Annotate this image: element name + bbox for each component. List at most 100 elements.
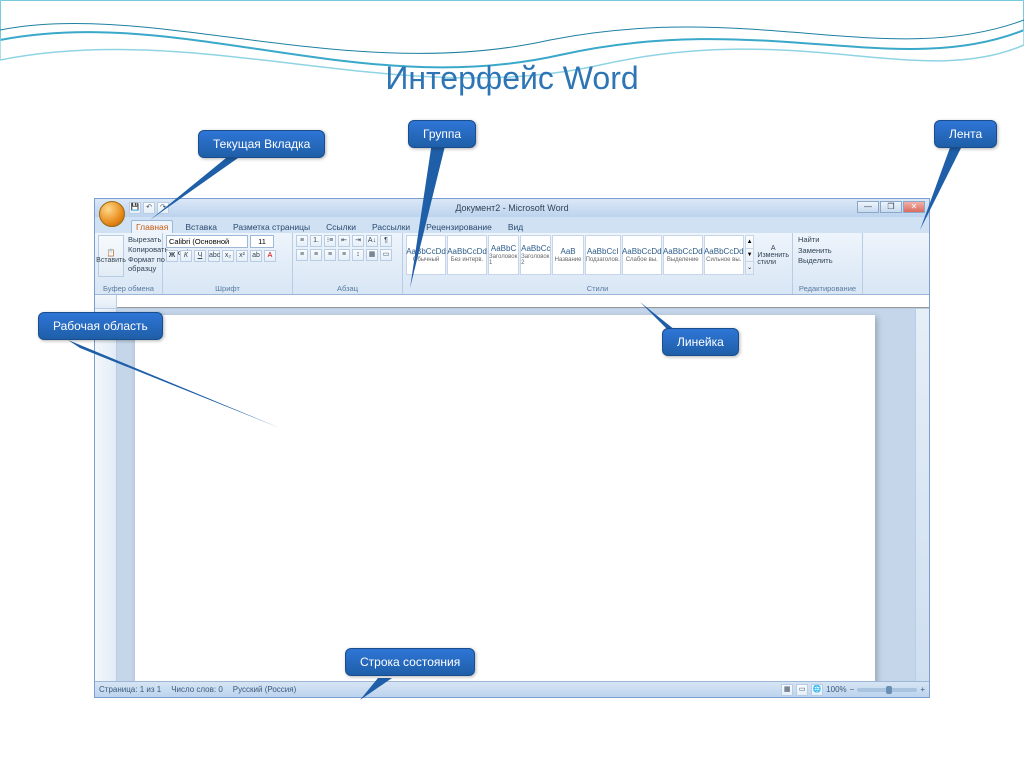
show-marks-button[interactable]: ¶ [380, 235, 392, 247]
zoom-controls: ▦ ▭ 🌐 100% − + [781, 684, 925, 696]
justify-button[interactable]: ≡ [338, 249, 350, 261]
view-reading-icon[interactable]: ▭ [796, 684, 808, 696]
document-page[interactable] [135, 315, 875, 681]
office-button[interactable] [99, 201, 125, 227]
italic-button[interactable]: К [180, 250, 192, 262]
group-paragraph: ≡ 1. ⁝≡ ⇤ ⇥ A↓ ¶ ≡ ≡ ≡ ≡ ↕ ▦ ▭ Абзац [293, 233, 403, 294]
callout-ribbon-text: Лента [949, 127, 982, 141]
callout-ribbon: Лента [934, 120, 997, 148]
style-subtle-emphasis[interactable]: AaBbCcDdСлабое вы. [622, 235, 662, 275]
window-title: Документ2 - Microsoft Word [95, 203, 929, 213]
align-left-button[interactable]: ≡ [296, 249, 308, 261]
superscript-button[interactable]: x² [236, 250, 248, 262]
ruler-track[interactable] [117, 295, 929, 308]
callout-current-tab-text: Текущая Вкладка [213, 137, 310, 151]
font-color-button[interactable]: A [264, 250, 276, 262]
change-styles-label: Изменить стили [757, 252, 789, 266]
style-emphasis[interactable]: AaBbCcDdВыделение [663, 235, 703, 275]
group-editing: Найти Заменить Выделить Редактирование [793, 233, 863, 294]
style-normal[interactable]: AaBbCcDdОбычный [406, 235, 446, 275]
zoom-level[interactable]: 100% [826, 685, 846, 694]
callout-group: Группа [408, 120, 476, 148]
ribbon-tabs: Главная Вставка Разметка страницы Ссылки… [95, 217, 929, 233]
styles-gallery: AaBbCcDdОбычный AaBbCcDdБез интерв. AaBb… [406, 235, 789, 275]
find-button[interactable]: Найти [798, 235, 859, 246]
tab-insert[interactable]: Вставка [181, 221, 221, 233]
minimize-button[interactable]: — [857, 201, 879, 213]
tab-page-layout[interactable]: Разметка страницы [229, 221, 314, 233]
status-bar: Страница: 1 из 1 Число слов: 0 Русский (… [95, 681, 929, 697]
tab-review[interactable]: Рецензирование [422, 221, 496, 233]
document-area [95, 309, 929, 681]
view-web-icon[interactable]: 🌐 [811, 684, 823, 696]
group-styles-label: Стили [406, 283, 789, 294]
bold-button[interactable]: Ж [166, 250, 178, 262]
numbering-button[interactable]: 1. [310, 235, 322, 247]
vertical-scrollbar[interactable] [915, 309, 929, 681]
underline-button[interactable]: Ч [194, 250, 206, 262]
tab-references[interactable]: Ссылки [322, 221, 360, 233]
paste-icon: 📋 [107, 249, 116, 257]
status-language[interactable]: Русский (Россия) [233, 685, 296, 694]
ribbon: 📋 Вставить Вырезать Копировать Формат по… [95, 233, 929, 295]
horizontal-ruler[interactable] [95, 295, 929, 309]
tab-home[interactable]: Главная [131, 220, 173, 233]
change-styles-button[interactable]: A Изменить стили [757, 235, 789, 275]
callout-work-area-text: Рабочая область [53, 319, 148, 333]
indent-dec-button[interactable]: ⇤ [338, 235, 350, 247]
zoom-out-button[interactable]: − [850, 685, 855, 694]
callout-status-bar: Строка состояния [345, 648, 475, 676]
style-no-spacing[interactable]: AaBbCcDdБез интерв. [447, 235, 487, 275]
style-subtitle[interactable]: AaBbCcIПодзаголов. [585, 235, 621, 275]
font-size-select[interactable]: 11 [250, 235, 274, 248]
style-heading2[interactable]: AaBbCcЗаголовок 2 [520, 235, 551, 275]
borders-button[interactable]: ▭ [380, 249, 392, 261]
ruler-corner [95, 295, 117, 308]
styles-scroll[interactable]: ▲▼⌄ [745, 235, 755, 275]
shading-button[interactable]: ▦ [366, 249, 378, 261]
maximize-button[interactable]: ❐ [880, 201, 902, 213]
callout-group-text: Группа [423, 127, 461, 141]
style-intense-emphasis[interactable]: AaBbCcDdСильное вы. [704, 235, 744, 275]
font-name-select[interactable]: Calibri (Основной текст) [166, 235, 248, 248]
bullets-button[interactable]: ≡ [296, 235, 308, 247]
line-spacing-button[interactable]: ↕ [352, 249, 364, 261]
tab-mailings[interactable]: Рассылки [368, 221, 414, 233]
sort-button[interactable]: A↓ [366, 235, 378, 247]
status-words[interactable]: Число слов: 0 [171, 685, 223, 694]
group-font: Calibri (Основной текст) 11 Ж К Ч abc x₂… [163, 233, 293, 294]
word-window: 💾 ↶ ↷ Документ2 - Microsoft Word — ❐ ✕ Г… [94, 198, 930, 698]
highlight-button[interactable]: ab [250, 250, 262, 262]
callout-status-bar-text: Строка состояния [360, 655, 460, 669]
replace-button[interactable]: Заменить [798, 246, 859, 257]
close-button[interactable]: ✕ [903, 201, 925, 213]
select-button[interactable]: Выделить [798, 256, 859, 267]
group-clipboard: 📋 Вставить Вырезать Копировать Формат по… [95, 233, 163, 294]
slide-title: Интерфейс Word [0, 60, 1024, 97]
paste-label: Вставить [96, 257, 126, 264]
group-styles: AaBbCcDdОбычный AaBbCcDdБез интерв. AaBb… [403, 233, 793, 294]
paste-button[interactable]: 📋 Вставить [98, 235, 124, 277]
page-viewport[interactable] [117, 309, 915, 681]
multilevel-button[interactable]: ⁝≡ [324, 235, 336, 247]
align-right-button[interactable]: ≡ [324, 249, 336, 261]
style-title[interactable]: AaBНазвание [552, 235, 583, 275]
change-styles-icon: A [771, 245, 776, 252]
strike-button[interactable]: abc [208, 250, 220, 262]
group-clipboard-label: Буфер обмена [98, 283, 159, 294]
indent-inc-button[interactable]: ⇥ [352, 235, 364, 247]
tab-view[interactable]: Вид [504, 221, 527, 233]
style-heading1[interactable]: AaBbCЗаголовок 1 [488, 235, 519, 275]
callout-ruler: Линейка [662, 328, 739, 356]
status-page[interactable]: Страница: 1 из 1 [99, 685, 161, 694]
zoom-in-button[interactable]: + [920, 685, 925, 694]
zoom-slider[interactable] [857, 688, 917, 692]
align-center-button[interactable]: ≡ [310, 249, 322, 261]
vertical-ruler[interactable] [95, 309, 117, 681]
callout-ruler-text: Линейка [677, 335, 724, 349]
group-editing-label: Редактирование [796, 283, 859, 294]
callout-current-tab: Текущая Вкладка [198, 130, 325, 158]
view-print-layout-icon[interactable]: ▦ [781, 684, 793, 696]
subscript-button[interactable]: x₂ [222, 250, 234, 262]
callout-work-area: Рабочая область [38, 312, 163, 340]
